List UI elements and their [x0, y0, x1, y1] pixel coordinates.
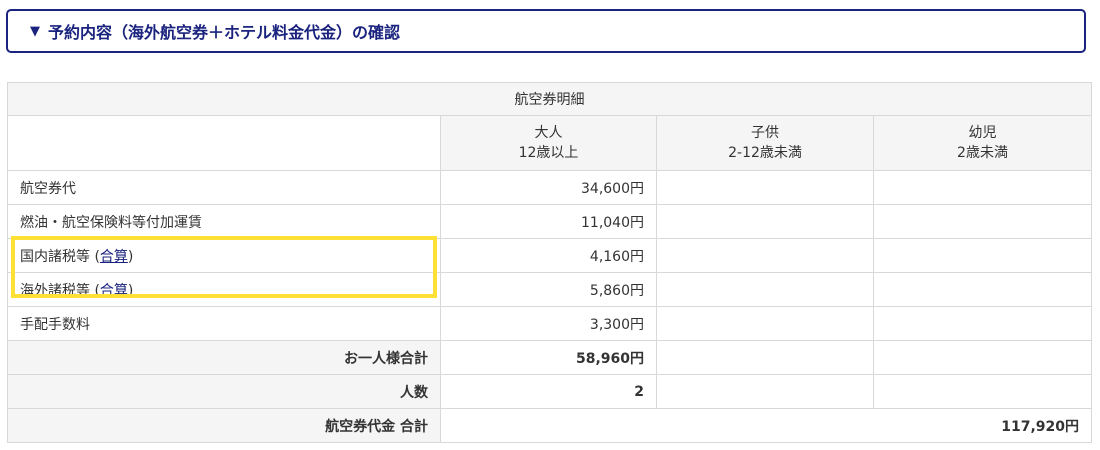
table-title-row: 航空券明細 — [7, 82, 1092, 116]
infant-value — [873, 306, 1092, 341]
grand-total-label: 航空券代金 合計 — [7, 408, 441, 443]
triangle-down-icon: ▼ — [30, 23, 40, 39]
child-value — [656, 170, 874, 205]
header-empty-cell — [7, 115, 441, 171]
child-value — [656, 306, 874, 341]
overseas-tax-breakdown-link[interactable]: 合算 — [100, 283, 128, 299]
column-header-adult-title: 大人 — [534, 125, 563, 141]
grand-total-row: 航空券代金 合計 117,920円 — [7, 408, 1092, 443]
table-row: 航空券代 34,600円 — [7, 170, 1092, 205]
row-label-text: 海外諸税等 ( — [20, 282, 100, 299]
infant-value — [873, 204, 1092, 239]
row-label: 燃油・航空保険料等付加運賃 — [7, 204, 441, 239]
section-title: 予約内容（海外航空券＋ホテル料金代金）の確認 — [48, 23, 401, 42]
passenger-count-value: 2 — [440, 374, 657, 409]
table-row: 手配手数料 3,300円 — [7, 306, 1092, 341]
column-header-adult-age: 12歳以上 — [518, 145, 579, 161]
adult-value: 34,600円 — [440, 170, 657, 205]
child-value — [656, 340, 874, 375]
infant-value — [873, 272, 1092, 307]
passenger-count-row: 人数 2 — [7, 374, 1092, 409]
child-value — [656, 204, 874, 239]
column-header-child: 子供 2-12歳未満 — [656, 115, 874, 171]
row-label-text: 国内諸税等 ( — [20, 248, 100, 265]
column-header-child-age: 2-12歳未満 — [728, 145, 802, 161]
row-label-close: ) — [127, 282, 134, 299]
section-header[interactable]: ▼ 予約内容（海外航空券＋ホテル料金代金）の確認 — [6, 9, 1086, 53]
table-title: 航空券明細 — [7, 82, 1092, 116]
per-person-total-value: 58,960円 — [440, 340, 657, 375]
infant-value — [873, 340, 1092, 375]
infant-value — [873, 170, 1092, 205]
infant-value — [873, 238, 1092, 273]
table-row: 燃油・航空保険料等付加運賃 11,040円 — [7, 204, 1092, 239]
child-value — [656, 374, 874, 409]
row-label-close: ) — [127, 248, 134, 265]
adult-value: 3,300円 — [440, 306, 657, 341]
grand-total-value: 117,920円 — [440, 408, 1092, 443]
domestic-tax-breakdown-link[interactable]: 合算 — [100, 249, 128, 265]
adult-value: 4,160円 — [440, 238, 657, 273]
column-header-infant-title: 幼児 — [968, 125, 997, 141]
table-row: 国内諸税等 (合算) 4,160円 — [7, 238, 1092, 273]
table-row: 海外諸税等 (合算) 5,860円 — [7, 272, 1092, 307]
per-person-total-label: お一人様合計 — [7, 340, 441, 375]
row-label: 海外諸税等 (合算) — [7, 272, 441, 307]
column-header-row: 大人 12歳以上 子供 2-12歳未満 幼児 2歳未満 — [7, 115, 1092, 171]
column-header-child-title: 子供 — [751, 125, 779, 141]
passenger-count-label: 人数 — [7, 374, 441, 409]
column-header-infant: 幼児 2歳未満 — [873, 115, 1092, 171]
row-label: 航空券代 — [7, 170, 441, 205]
adult-value: 11,040円 — [440, 204, 657, 239]
airfare-details-table: 航空券明細 大人 12歳以上 子供 2-12歳未満 幼児 2歳未満 航空券代 3… — [7, 82, 1092, 443]
infant-value — [873, 374, 1092, 409]
per-person-total-row: お一人様合計 58,960円 — [7, 340, 1092, 375]
column-header-adult: 大人 12歳以上 — [440, 115, 657, 171]
row-label: 国内諸税等 (合算) — [7, 238, 441, 273]
row-label: 手配手数料 — [7, 306, 441, 341]
child-value — [656, 272, 874, 307]
column-header-infant-age: 2歳未満 — [957, 145, 1008, 161]
adult-value: 5,860円 — [440, 272, 657, 307]
child-value — [656, 238, 874, 273]
